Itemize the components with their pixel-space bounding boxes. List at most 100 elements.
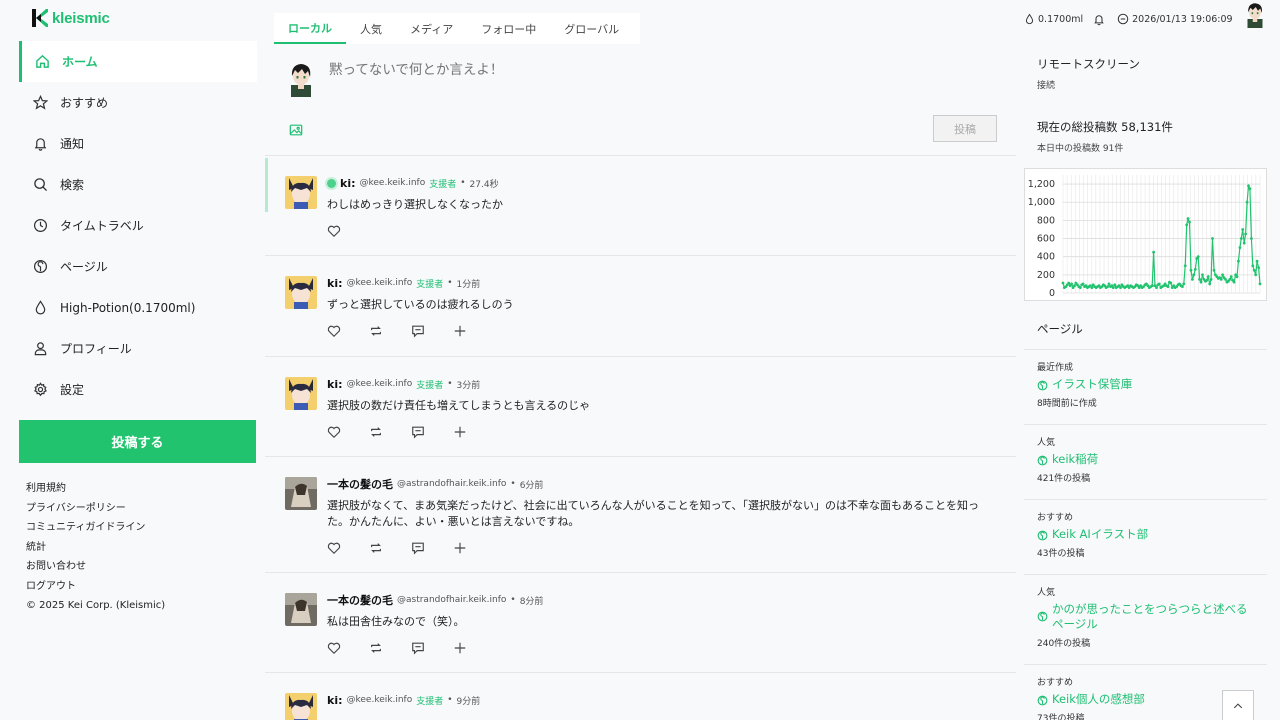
post-handle[interactable]: @kee.keik.info [347, 278, 413, 288]
plus-icon[interactable] [453, 641, 467, 655]
repost-icon[interactable] [369, 541, 383, 555]
post-handle[interactable]: @kee.keik.info [360, 178, 426, 188]
image-icon[interactable] [289, 122, 303, 141]
data-point [1245, 200, 1249, 204]
page-category: おすすめ [1037, 678, 1074, 688]
post-time[interactable]: 3分前 [457, 378, 481, 391]
sidebar-item-potion[interactable]: High-Potion(0.1700ml) [19, 287, 257, 328]
new-post-button[interactable]: 投稿する [19, 420, 256, 463]
footer-link-privacy[interactable]: プライバシーポリシー [26, 499, 165, 519]
compose-input[interactable] [329, 62, 989, 78]
post-author[interactable]: ki: [327, 378, 343, 391]
heart-icon[interactable] [327, 425, 341, 439]
datetime-display[interactable]: 2026/01/13 19:06:09 [1117, 13, 1233, 25]
sidebar-item-pages[interactable]: ページル [19, 246, 257, 287]
post-handle[interactable]: @astrandofhair.keik.info [397, 595, 506, 605]
avatar[interactable] [285, 377, 317, 410]
avatar[interactable] [285, 276, 317, 309]
post-author[interactable]: ki: [340, 177, 356, 190]
post-item: ki: @kee.keik.info 支援者 • 27.4秒 わしはめっきり選択… [265, 155, 1016, 255]
data-point [1181, 285, 1184, 288]
footer-link-terms[interactable]: 利用規約 [26, 479, 165, 499]
post-author[interactable]: ki: [327, 277, 343, 290]
remote-screen-status[interactable]: 接続 [1037, 78, 1267, 91]
page-card: おすすめ Keik AIイラスト部 43件の投稿 [1024, 500, 1267, 575]
tab-media[interactable]: メディア [396, 13, 467, 44]
plus-icon[interactable] [453, 324, 467, 338]
submit-post-button[interactable]: 投稿 [933, 115, 997, 142]
scroll-to-top-button[interactable] [1222, 690, 1254, 720]
y-tick-label: 1,000 [1028, 197, 1055, 208]
sidebar-item-search[interactable]: 検索 [19, 164, 257, 205]
reply-icon[interactable] [411, 324, 425, 338]
today-posts: 本日中の投稿数 91件 [1037, 144, 1124, 154]
sidebar-item-profile[interactable]: プロフィール [19, 328, 257, 369]
data-point [1221, 273, 1224, 277]
reply-icon[interactable] [411, 641, 425, 655]
plus-icon[interactable] [453, 425, 467, 439]
post-time[interactable]: 6分前 [520, 478, 544, 491]
footer-link-contact[interactable]: お問い合わせ [26, 557, 165, 577]
page-link[interactable]: Keik AIイラスト部 [1037, 527, 1267, 542]
post-author[interactable]: 一本の髪の毛 [327, 592, 393, 608]
sidebar-item-notifications[interactable]: 通知 [19, 123, 257, 164]
heart-icon[interactable] [327, 541, 341, 555]
data-point [1113, 283, 1117, 287]
page-name: かのが思ったことをつらつらと述べるページル [1052, 602, 1248, 631]
page-link[interactable]: keik稲荷 [1037, 452, 1267, 467]
sidebar-item-timetravel[interactable]: タイムトラベル [19, 205, 257, 246]
post-time[interactable]: 1分前 [457, 277, 481, 290]
separator: • [510, 595, 516, 605]
data-point [1224, 278, 1227, 281]
separator: • [447, 379, 453, 389]
post-time[interactable]: 27.4秒 [470, 177, 499, 190]
reply-icon[interactable] [411, 425, 425, 439]
potion-indicator[interactable]: 0.1700ml [1024, 13, 1083, 25]
avatar[interactable] [285, 477, 317, 510]
post-author[interactable]: ki: [327, 694, 343, 707]
avatar[interactable] [285, 61, 317, 97]
post-handle[interactable]: @kee.keik.info [347, 695, 413, 705]
footer-link-guidelines[interactable]: コミュニティガイドライン [26, 518, 165, 538]
avatar[interactable] [285, 593, 317, 626]
tab-popular[interactable]: 人気 [346, 13, 396, 44]
sidebar-item-settings[interactable]: 設定 [19, 369, 257, 410]
page-link[interactable]: かのが思ったことをつらつらと述べるページル [1037, 602, 1267, 632]
heart-icon[interactable] [327, 324, 341, 338]
page-icon [1037, 380, 1048, 391]
tab-following[interactable]: フォロー中 [467, 13, 550, 44]
user-avatar[interactable] [1242, 1, 1268, 28]
avatar[interactable] [285, 176, 317, 209]
heart-icon[interactable] [327, 641, 341, 655]
post-author[interactable]: 一本の髪の毛 [327, 476, 393, 492]
logo[interactable]: kleismic [32, 8, 110, 28]
heart-icon[interactable] [327, 224, 341, 238]
tab-local[interactable]: ローカル [274, 13, 346, 44]
repost-icon[interactable] [369, 641, 383, 655]
post-time[interactable]: 9分前 [457, 694, 481, 707]
avatar[interactable] [285, 693, 317, 720]
post-handle[interactable]: @astrandofhair.keik.info [397, 479, 506, 489]
star-icon [32, 95, 48, 111]
post-time[interactable]: 8分前 [520, 594, 544, 607]
page-link[interactable]: イラスト保管庫 [1037, 377, 1267, 392]
post-handle[interactable]: @kee.keik.info [347, 379, 413, 389]
reply-icon[interactable] [411, 541, 425, 555]
post-actions [327, 639, 1016, 657]
page-card: 最近作成 イラスト保管庫 8時間前に作成 [1024, 350, 1267, 425]
footer-link-stats[interactable]: 統計 [26, 538, 165, 558]
post-text: 選択肢がなくて、まあ気楽だったけど、社会に出ていろんな人がいることを知って、「選… [327, 499, 979, 528]
page-category: 人気 [1037, 588, 1056, 598]
tab-global[interactable]: グローバル [550, 13, 633, 44]
data-point [1254, 273, 1258, 277]
data-point [1198, 278, 1201, 281]
notifications-button[interactable] [1093, 13, 1105, 26]
footer-link-logout[interactable]: ログアウト [26, 577, 165, 597]
plus-icon[interactable] [453, 541, 467, 555]
gear-icon [32, 382, 48, 398]
sidebar-item-recommended[interactable]: おすすめ [19, 82, 257, 123]
sidebar-item-home[interactable]: ホーム [19, 41, 257, 82]
repost-icon[interactable] [369, 324, 383, 338]
repost-icon[interactable] [369, 425, 383, 439]
data-point [1241, 228, 1245, 231]
